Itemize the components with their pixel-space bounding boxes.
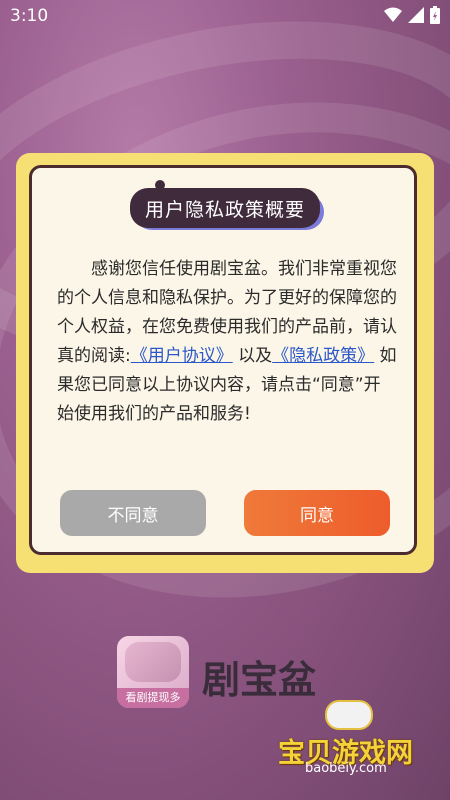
agree-button[interactable]: 同意 — [244, 490, 390, 536]
app-logo-graphic — [125, 642, 181, 682]
user-agreement-link[interactable]: 《用户协议》 — [131, 346, 233, 366]
status-time: 3:10 — [10, 6, 49, 26]
wifi-icon — [384, 7, 402, 22]
app-logo: 看剧提现多 — [117, 636, 189, 708]
dialog-body-connector: 以及 — [238, 346, 273, 366]
app-name: 剧宝盆 — [202, 658, 317, 702]
status-icons — [384, 6, 440, 24]
battery-charging-icon — [430, 6, 440, 24]
decline-button[interactable]: 不同意 — [60, 490, 206, 536]
watermark-url: baobeiy.com — [305, 761, 387, 776]
game-controller-icon — [325, 700, 373, 730]
privacy-policy-link[interactable]: 《隐私政策》 — [272, 346, 374, 366]
dialog-body: 感谢您信任使用剧宝盆。我们非常重视您的个人信息和隐私保护。为了更好的保障您的个人… — [57, 255, 397, 429]
status-bar: 3:10 — [0, 0, 450, 32]
dialog-title: 用户隐私政策概要 — [130, 188, 320, 228]
signal-icon — [408, 7, 424, 23]
app-logo-caption: 看剧提现多 — [117, 688, 189, 708]
